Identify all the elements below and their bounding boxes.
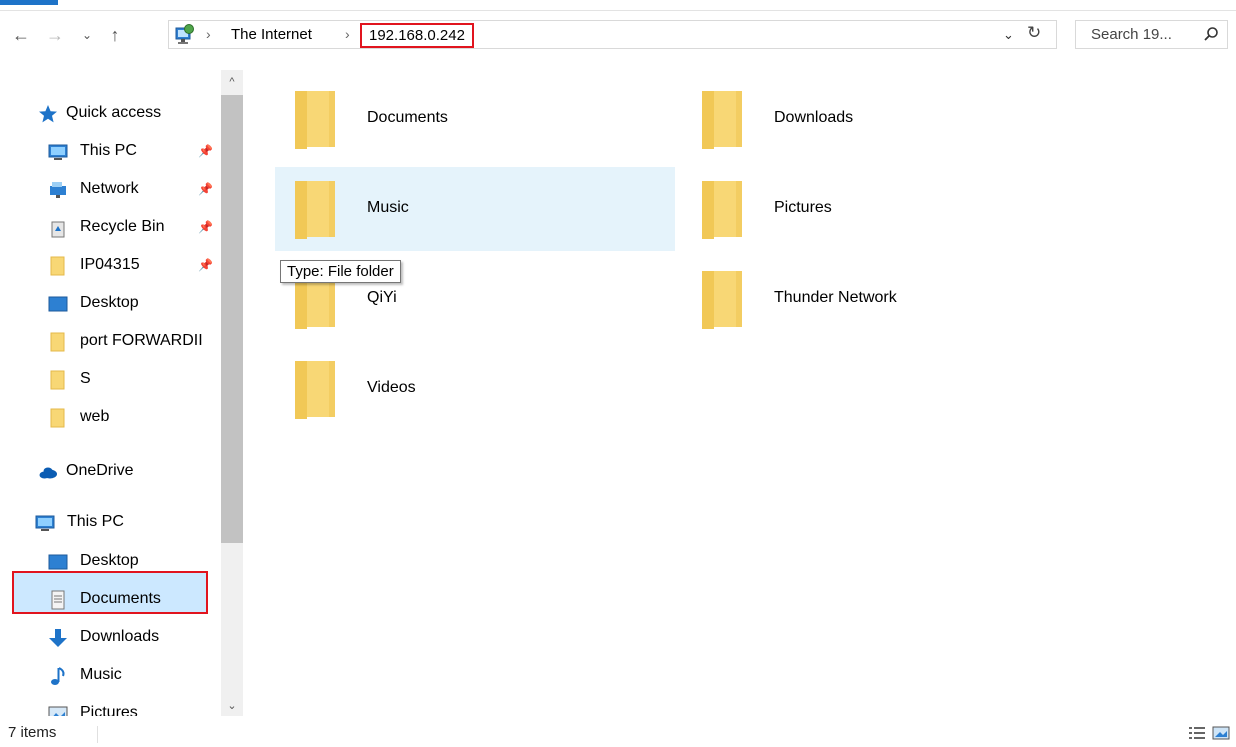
- pictures-icon: [48, 706, 68, 716]
- sidebar-item-pc-desktop[interactable]: Desktop: [48, 546, 238, 578]
- documents-icon: [51, 590, 65, 610]
- sidebar-quick-access[interactable]: Quick access: [38, 98, 228, 130]
- folder-icon: [50, 256, 65, 276]
- sidebar-item-desktop[interactable]: Desktop: [48, 288, 238, 320]
- desktop-icon: [48, 554, 68, 570]
- folder-item[interactable]: Pictures: [682, 167, 1082, 251]
- desktop-icon: [48, 296, 68, 312]
- tooltip: Type: File folder: [280, 260, 401, 283]
- recent-locations-dropdown[interactable]: ⌄: [76, 24, 98, 46]
- sidebar-item-pc-music[interactable]: Music: [48, 660, 238, 692]
- scroll-up-icon[interactable]: ^: [221, 72, 243, 92]
- sidebar-item-label: Documents: [80, 590, 161, 607]
- folder-name: Documents: [367, 109, 448, 126]
- sidebar-item-label: IP04315: [80, 256, 140, 273]
- sidebar-item-label: S: [80, 370, 91, 387]
- pin-icon: 📌: [198, 258, 213, 272]
- search-box[interactable]: Search 19...: [1075, 20, 1228, 49]
- music-icon: [51, 667, 65, 685]
- search-icon: [1204, 27, 1218, 41]
- pin-icon: 📌: [198, 144, 213, 158]
- forward-button[interactable]: →: [44, 24, 66, 46]
- sidebar-item-label: Recycle Bin: [80, 218, 165, 235]
- sidebar-item-s[interactable]: S: [48, 364, 238, 396]
- folder-icon: [295, 361, 335, 419]
- sidebar-item-pc-pictures[interactable]: Pictures: [48, 698, 238, 716]
- sidebar-item-label: Pictures: [80, 704, 138, 716]
- sidebar-this-pc[interactable]: This PC: [35, 507, 225, 539]
- status-item-count: 7 items: [8, 724, 57, 741]
- pin-icon: 📌: [198, 182, 213, 196]
- address-history-dropdown[interactable]: ⌄: [1003, 27, 1014, 43]
- sidebar-item-port-forwarding[interactable]: port FORWARDII: [48, 326, 238, 358]
- breadcrumb-current-ip[interactable]: 192.168.0.242: [360, 23, 474, 48]
- folder-icon: [295, 91, 335, 149]
- sidebar-item-label: web: [80, 408, 110, 425]
- ribbon-tab-indicator: [0, 0, 58, 5]
- sidebar-label: Quick access: [66, 104, 162, 121]
- sidebar-item-recycle-bin[interactable]: Recycle Bin 📌: [48, 212, 238, 244]
- folder-item[interactable]: Videos: [275, 347, 675, 431]
- folder-name: Downloads: [774, 109, 854, 126]
- folder-item[interactable]: Thunder Network: [682, 257, 1082, 341]
- breadcrumb-separator-icon[interactable]: ›: [206, 26, 211, 42]
- folder-icon: [50, 332, 65, 352]
- navigation-pane[interactable]: Quick access This PC 📌 Network 📌 Recycle…: [0, 70, 250, 720]
- ribbon-border: [0, 10, 1236, 11]
- folder-name: Music: [367, 199, 409, 216]
- sidebar-item-label: port FORWARDII: [80, 332, 203, 349]
- large-icons-view-icon[interactable]: [1212, 725, 1230, 741]
- cloud-icon: [39, 467, 57, 479]
- monitor-icon: [48, 144, 68, 160]
- breadcrumb-the-internet[interactable]: The Internet: [231, 26, 312, 43]
- sidebar-item-pc-documents[interactable]: Documents: [48, 584, 238, 616]
- folder-icon: [295, 181, 335, 239]
- sidebar-item-label: Desktop: [80, 294, 139, 311]
- sidebar-item-web[interactable]: web: [48, 402, 238, 434]
- back-button[interactable]: ←: [10, 24, 32, 46]
- sidebar-item-pc-downloads[interactable]: Downloads: [48, 622, 238, 654]
- folder-item-hovered[interactable]: Music: [275, 167, 675, 251]
- network-location-icon: [175, 24, 194, 44]
- sidebar-item-label: Downloads: [80, 628, 160, 645]
- folder-name: Thunder Network: [774, 289, 897, 306]
- folder-name: QiYi: [367, 289, 397, 306]
- search-input[interactable]: Search 19...: [1091, 26, 1172, 43]
- sidebar-item-label: Network: [80, 180, 139, 197]
- folder-name: Pictures: [774, 199, 832, 216]
- folder-icon: [702, 271, 742, 329]
- sidebar-item-label: Desktop: [80, 552, 139, 569]
- sidebar-item-network[interactable]: Network 📌: [48, 174, 238, 206]
- recycle-bin-icon: [51, 221, 65, 238]
- folder-item[interactable]: Downloads: [682, 77, 1082, 161]
- network-icon: [50, 182, 66, 198]
- status-divider: [97, 726, 98, 743]
- sidebar-item-ip04315[interactable]: IP04315 📌: [48, 250, 238, 282]
- monitor-icon: [35, 515, 55, 531]
- sidebar-item-label: This PC: [80, 142, 137, 159]
- folder-icon: [702, 91, 742, 149]
- details-view-icon[interactable]: [1188, 725, 1206, 741]
- folder-icon: [50, 408, 65, 428]
- sidebar-scrollbar-thumb[interactable]: [221, 95, 243, 543]
- sidebar-onedrive[interactable]: OneDrive: [38, 456, 228, 488]
- sidebar-item-label: Music: [80, 666, 122, 683]
- refresh-icon[interactable]: ↻: [1027, 23, 1041, 43]
- folder-icon: [50, 370, 65, 390]
- scroll-down-icon[interactable]: ⌄: [221, 696, 243, 716]
- folder-name: Videos: [367, 379, 416, 396]
- sidebar-label: OneDrive: [66, 462, 134, 479]
- sidebar-label: This PC: [67, 513, 124, 530]
- downloads-icon: [49, 629, 67, 647]
- folder-item[interactable]: Documents: [275, 77, 675, 161]
- sidebar-item-this-pc[interactable]: This PC 📌: [48, 136, 238, 168]
- star-icon: [39, 105, 57, 123]
- folder-icon: [702, 181, 742, 239]
- address-bar[interactable]: › The Internet › 192.168.0.242 ⌄ ↻: [168, 20, 1057, 49]
- up-button[interactable]: ↑: [104, 24, 126, 46]
- breadcrumb-separator-icon[interactable]: ›: [345, 26, 350, 42]
- pin-icon: 📌: [198, 220, 213, 234]
